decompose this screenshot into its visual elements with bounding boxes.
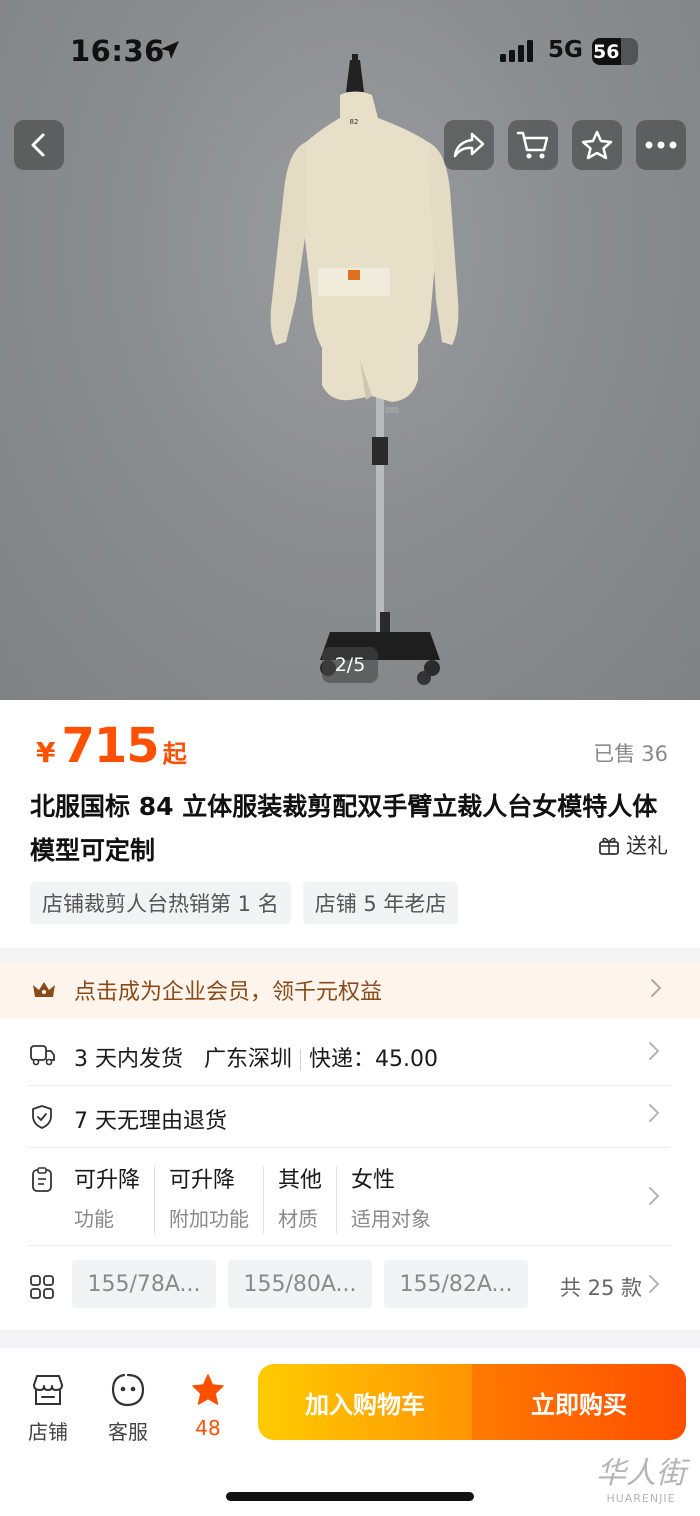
chevron-right-icon (648, 1186, 660, 1210)
service-label: 客服 (108, 1420, 148, 1444)
product-photo-mannequin: 82 (270, 54, 459, 685)
attribute-key: 功能 (74, 1207, 114, 1231)
network-type: 5G (548, 37, 583, 63)
price: ¥ 715 起 (36, 718, 187, 774)
clipboard-icon (28, 1166, 56, 1194)
star-filled-icon (188, 1370, 228, 1410)
shop-button[interactable]: 店铺 (18, 1370, 78, 1445)
back-button[interactable] (14, 120, 64, 170)
attribute-list: 可升降 功能 可升降 附加功能 其他 材质 女性 适用对象 (74, 1166, 445, 1234)
divider (0, 1330, 700, 1348)
shop-label: 店铺 (28, 1420, 68, 1444)
chat-face-icon (108, 1370, 148, 1410)
image-counter: 2/5 (322, 647, 378, 683)
crown-icon (30, 976, 58, 1004)
attribute-value: 可升降 (169, 1168, 236, 1193)
more-dots-icon (645, 141, 677, 149)
chevron-right-icon (648, 1103, 660, 1127)
chevron-left-icon (31, 133, 45, 157)
variants-row[interactable]: 155/78A... 155/80A... 155/82A... 共 25 款 (28, 1246, 670, 1328)
sold-number: 36 (641, 742, 668, 766)
sold-label: 已售 (593, 742, 636, 766)
favorites-button[interactable]: 48 (178, 1370, 238, 1440)
price-currency: ¥ (36, 736, 56, 769)
variant-chip[interactable]: 155/78A... (72, 1260, 216, 1308)
watermark-text-cn: 华人街 (596, 1456, 686, 1491)
share-button[interactable] (444, 120, 494, 170)
sold-count: 已售 36 (593, 738, 668, 768)
attributes-row[interactable]: 可升降 功能 可升降 附加功能 其他 材质 女性 适用对象 (28, 1148, 670, 1246)
shipping-info: 3 天内发货 广东深圳 快递：45.00 (74, 1041, 438, 1073)
price-value: 715 (61, 718, 159, 774)
tag-hot-seller[interactable]: 店铺裁剪人台热销第 1 名 (30, 882, 291, 924)
customer-service-button[interactable]: 客服 (98, 1370, 158, 1445)
attribute-key: 适用对象 (351, 1207, 432, 1231)
gift-button[interactable]: 送礼 (598, 830, 668, 860)
product-image-gallery[interactable]: 82 16:36 5G 56 2/5 (0, 0, 700, 700)
location-arrow-icon (158, 38, 182, 66)
bottom-action-bar: 店铺 客服 48 加入购物车 立即购买 华人街 HUARENJIE (0, 1348, 700, 1516)
attribute-key: 附加功能 (169, 1207, 250, 1231)
attribute-item: 可升降 功能 (74, 1166, 154, 1234)
attribute-key: 材质 (278, 1207, 319, 1231)
star-outline-icon (581, 130, 613, 160)
gift-icon (599, 837, 619, 855)
tag-store-age[interactable]: 店铺 5 年老店 (302, 882, 459, 924)
price-suffix: 起 (162, 740, 187, 768)
shipping-time: 3 天内发货 (74, 1047, 183, 1072)
shield-check-icon (28, 1103, 56, 1131)
shipping-origin: 广东深圳 (204, 1047, 293, 1072)
grid-icon (28, 1273, 56, 1301)
battery-icon: 56 (592, 38, 638, 65)
chevron-right-icon (648, 1274, 660, 1298)
status-time: 16:36 (70, 34, 165, 68)
returns-row[interactable]: 7 天无理由退货 (28, 1086, 670, 1148)
divider (0, 948, 700, 962)
cellular-signal-icon (500, 40, 536, 66)
attribute-value: 可升降 (74, 1168, 141, 1193)
attribute-item: 女性 适用对象 (336, 1166, 445, 1234)
battery-level: 56 (593, 40, 620, 63)
buy-now-button[interactable]: 立即购买 (472, 1364, 686, 1440)
product-tags: 店铺裁剪人台热销第 1 名 店铺 5 年老店 (30, 882, 459, 924)
shipping-row[interactable]: 3 天内发货 广东深圳 快递：45.00 (28, 1022, 670, 1086)
variant-total: 共 25 款 (559, 1276, 642, 1300)
variant-chip[interactable]: 155/80A... (228, 1260, 372, 1308)
returns-policy: 7 天无理由退货 (74, 1109, 227, 1134)
gift-label: 送礼 (626, 834, 668, 858)
member-banner[interactable]: 点击成为企业会员，领千元权益 (0, 962, 700, 1018)
chevron-right-icon (650, 978, 662, 1002)
delivery-truck-icon (28, 1041, 56, 1069)
share-arrow-icon (453, 132, 485, 158)
member-banner-text: 点击成为企业会员，领千元权益 (74, 980, 383, 1005)
attribute-item: 可升降 附加功能 (154, 1166, 263, 1234)
favorite-button[interactable] (572, 120, 622, 170)
favorites-count: 48 (195, 1416, 221, 1440)
watermark-text-en: HUARENJIE (606, 1492, 676, 1505)
mannequin-size-mark: 82 (350, 118, 359, 126)
attribute-item: 其他 材质 (263, 1166, 336, 1234)
home-indicator (226, 1492, 474, 1501)
status-bar: 16:36 5G 56 (0, 0, 700, 100)
attribute-value: 女性 (351, 1168, 396, 1193)
shipping-fee: 快递：45.00 (309, 1047, 438, 1072)
variant-chip[interactable]: 155/82A... (384, 1260, 528, 1308)
chevron-right-icon (648, 1041, 660, 1065)
more-button[interactable] (636, 120, 686, 170)
add-to-cart-button[interactable]: 加入购物车 (258, 1364, 472, 1440)
product-title: 北服国标 84 立体服装裁剪配双手臂立裁人台女模特人体模型可定制 (30, 792, 658, 865)
variant-options: 155/78A... 155/80A... 155/82A... (72, 1260, 528, 1308)
attribute-value: 其他 (278, 1168, 323, 1193)
cart-button[interactable] (508, 120, 558, 170)
watermark-logo: 华人街 HUARENJIE (596, 1448, 686, 1505)
store-icon (28, 1370, 68, 1410)
shopping-cart-icon (516, 131, 549, 159)
